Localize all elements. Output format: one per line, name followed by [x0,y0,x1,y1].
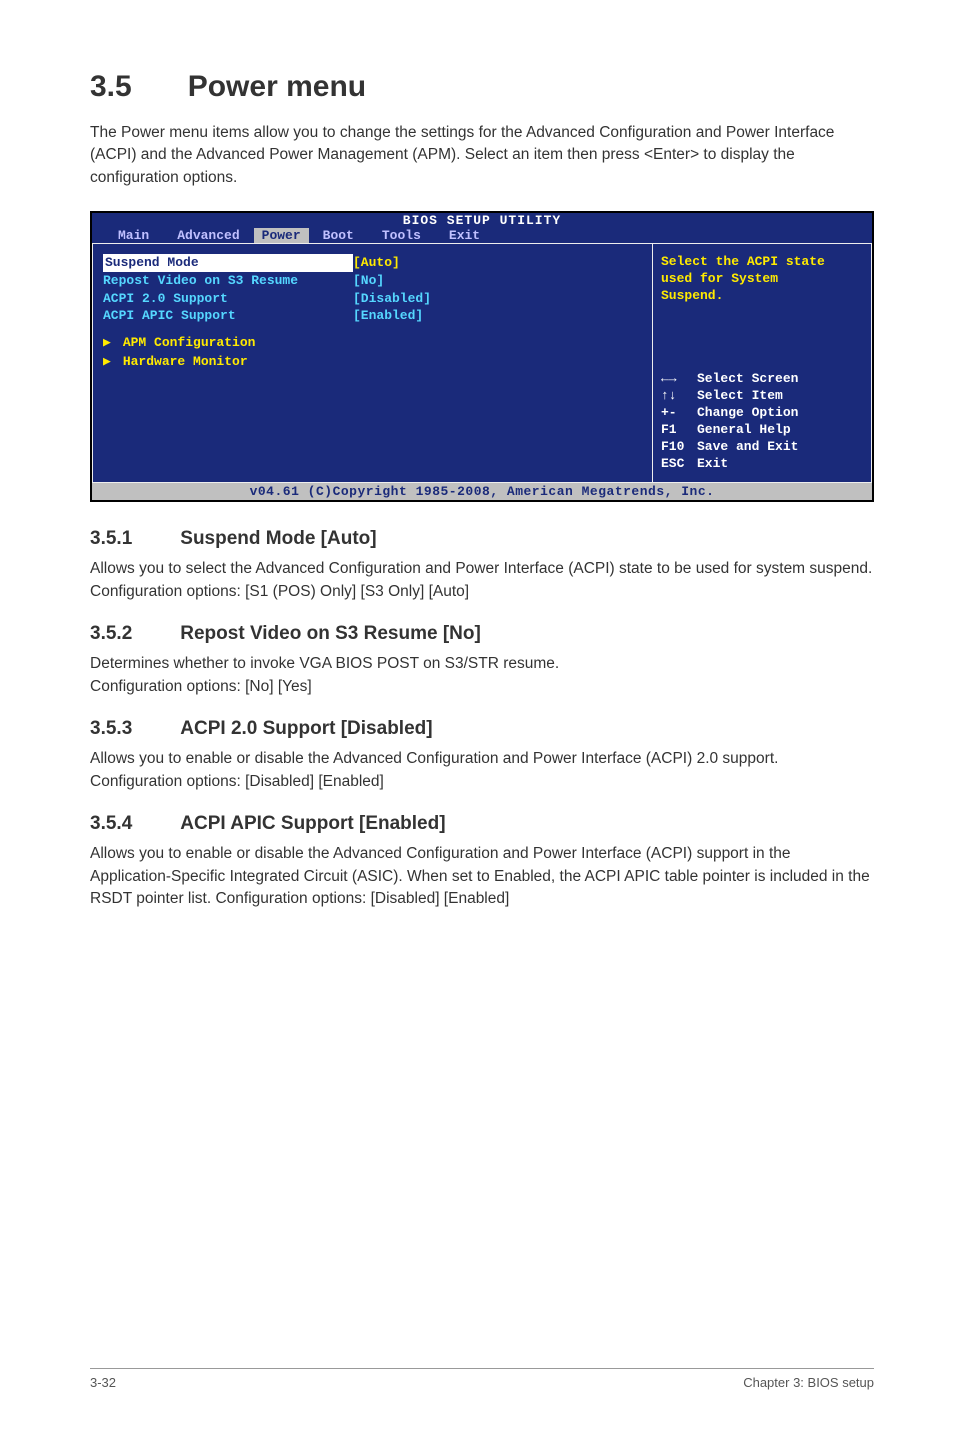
key-desc: General Help [697,422,791,437]
page-footer: 3-32 Chapter 3: BIOS setup [90,1368,874,1390]
body-line: Determines whether to invoke VGA BIOS PO… [90,655,559,672]
section-number: 3.5 [90,70,132,103]
subsection-title: Suspend Mode [Auto] [180,528,376,549]
bios-row-acpi-20: ACPI 2.0 Support [Disabled] [103,290,642,308]
key-desc: Select Screen [697,371,798,386]
subsection-title: Repost Video on S3 Resume [No] [180,623,481,644]
subsection-title: ACPI 2.0 Support [Disabled] [180,718,432,739]
subsection-heading: 3.5.3 ACPI 2.0 Support [Disabled] [90,718,874,740]
bios-menu-power: Power [254,228,309,243]
section-name: Power menu [188,70,366,103]
key-arrows-ud: ↑↓ [661,388,697,405]
key-esc: ESC [661,456,697,473]
bios-row-label: Repost Video on S3 Resume [103,272,353,290]
subsection-number: 3.5.1 [90,528,132,549]
bios-menu-boot: Boot [309,228,368,243]
body-line: Configuration options: [Disabled] [Enabl… [90,773,384,790]
key-arrows-lr: ←→ [661,371,697,388]
section-title: 3.5 Power menu [90,70,874,104]
bios-row-label: ACPI 2.0 Support [103,290,353,308]
bios-left-panel: Suspend Mode [Auto] Repost Video on S3 R… [92,243,652,483]
body-paragraph: Allows you to enable or disable the Adva… [90,843,874,910]
key-f1: F1 [661,422,697,439]
intro-paragraph: The Power menu items allow you to change… [90,122,874,189]
triangle-icon: ▶ [103,354,115,369]
triangle-icon: ▶ [103,335,115,350]
bios-menu-tools: Tools [368,228,435,243]
bios-help-line: Select the ACPI state [661,254,863,271]
subsection-number: 3.5.3 [90,718,132,739]
key-desc: Exit [697,456,728,471]
key-plus-minus: +- [661,405,697,422]
bios-submenu-apm: ▶ APM Configuration [103,335,642,350]
subsection-title: ACPI APIC Support [Enabled] [180,813,445,834]
bios-help-text: Select the ACPI state used for System Su… [661,254,863,305]
bios-submenu-label: Hardware Monitor [123,354,248,369]
subsection-heading: 3.5.1 Suspend Mode [Auto] [90,528,874,550]
body-line: Configuration options: [No] [Yes] [90,678,312,695]
key-f10: F10 [661,439,697,456]
body-paragraph: Determines whether to invoke VGA BIOS PO… [90,653,874,698]
bios-menu-bar: Main Advanced Power Boot Tools Exit [92,228,872,243]
bios-row-value: [Disabled] [353,290,431,308]
bios-submenu-label: APM Configuration [123,335,256,350]
subsection-number: 3.5.2 [90,623,132,644]
bios-row-suspend-mode: Suspend Mode [Auto] [103,254,642,272]
bios-row-repost-video: Repost Video on S3 Resume [No] [103,272,642,290]
bios-footer: v04.61 (C)Copyright 1985-2008, American … [92,483,872,500]
bios-help-line: used for System [661,271,863,288]
body-paragraph: Allows you to select the Advanced Config… [90,558,874,603]
bios-row-value: [No] [353,272,384,290]
bios-menu-advanced: Advanced [163,228,253,243]
bios-row-acpi-apic: ACPI APIC Support [Enabled] [103,307,642,325]
bios-menu-main: Main [104,228,163,243]
bios-row-label: ACPI APIC Support [103,307,353,325]
page-number: 3-32 [90,1375,116,1390]
body-line: Allows you to select the Advanced Config… [90,560,872,577]
bios-title: BIOS SETUP UTILITY [92,213,872,228]
bios-submenu-hwmonitor: ▶ Hardware Monitor [103,354,642,369]
subsection-heading: 3.5.2 Repost Video on S3 Resume [No] [90,623,874,645]
bios-key-legend: ←→Select Screen ↑↓Select Item +-Change O… [661,371,863,472]
key-desc: Change Option [697,405,798,420]
body-line: Allows you to enable or disable the Adva… [90,750,778,767]
bios-right-panel: Select the ACPI state used for System Su… [652,243,872,483]
bios-row-value: [Auto] [353,254,400,272]
chapter-label: Chapter 3: BIOS setup [743,1375,874,1390]
body-line: Configuration options: [S1 (POS) Only] [… [90,583,469,600]
bios-help-line: Suspend. [661,288,863,305]
key-desc: Save and Exit [697,439,798,454]
body-paragraph: Allows you to enable or disable the Adva… [90,748,874,793]
key-desc: Select Item [697,388,783,403]
bios-row-label: Suspend Mode [103,254,353,272]
bios-row-value: [Enabled] [353,307,423,325]
bios-menu-exit: Exit [435,228,494,243]
bios-screenshot: BIOS SETUP UTILITY Main Advanced Power B… [90,211,874,502]
subsection-number: 3.5.4 [90,813,132,834]
subsection-heading: 3.5.4 ACPI APIC Support [Enabled] [90,813,874,835]
